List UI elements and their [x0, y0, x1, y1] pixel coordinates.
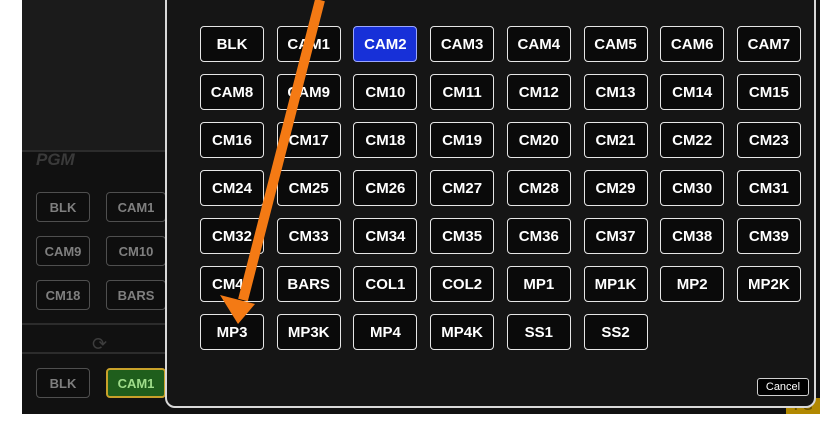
source-button-cam7[interactable]: CAM7	[736, 26, 801, 62]
source-button-cm11[interactable]: CM11	[430, 74, 495, 110]
source-button-cm26[interactable]: CM26	[353, 170, 418, 206]
source-button-cm39[interactable]: CM39	[736, 218, 801, 254]
source-button-cam9[interactable]: CAM9	[276, 74, 341, 110]
source-button-cm13[interactable]: CM13	[583, 74, 648, 110]
source-button-mp2k[interactable]: MP2K	[736, 266, 801, 302]
switcher-app: PGM BLK CAM1 CAM9 CM10 CM18 BARS ⟳ BLK C…	[22, 0, 820, 414]
source-button-cm14[interactable]: CM14	[660, 74, 725, 110]
source-button-cm33[interactable]: CM33	[276, 218, 341, 254]
source-button-cm35[interactable]: CM35	[430, 218, 495, 254]
bg-pgm-button[interactable]: CM10	[106, 236, 166, 266]
source-button-cm34[interactable]: CM34	[353, 218, 418, 254]
source-button-cm23[interactable]: CM23	[736, 122, 801, 158]
source-button-ss2[interactable]: SS2	[583, 314, 648, 350]
source-button-cm32[interactable]: CM32	[200, 218, 264, 254]
source-button-cm28[interactable]: CM28	[506, 170, 571, 206]
source-button-cm19[interactable]: CM19	[430, 122, 495, 158]
source-button-col1[interactable]: COL1	[353, 266, 418, 302]
pgm-label: PGM	[36, 150, 75, 169]
source-button-ss1[interactable]: SS1	[506, 314, 571, 350]
source-button-cam5[interactable]: CAM5	[583, 26, 648, 62]
source-button-mp3[interactable]: MP3	[200, 314, 264, 350]
source-button-cm10[interactable]: CM10	[353, 74, 418, 110]
source-button-cm29[interactable]: CM29	[583, 170, 648, 206]
bg-pgm-button[interactable]: CAM1	[106, 192, 166, 222]
source-button-mp1k[interactable]: MP1K	[583, 266, 648, 302]
source-button-cam8[interactable]: CAM8	[200, 74, 264, 110]
source-button-cm25[interactable]: CM25	[276, 170, 341, 206]
divider	[22, 352, 167, 354]
source-button-cm12[interactable]: CM12	[506, 74, 571, 110]
bg-pvw-button[interactable]: BLK	[36, 368, 90, 398]
source-button-cm27[interactable]: CM27	[430, 170, 495, 206]
background-panel	[22, 0, 167, 150]
bg-pgm-button[interactable]: BLK	[36, 192, 90, 222]
source-button-cam6[interactable]: CAM6	[660, 26, 725, 62]
source-button-col2[interactable]: COL2	[430, 266, 495, 302]
source-button-cm16[interactable]: CM16	[200, 122, 264, 158]
source-button-bars[interactable]: BARS	[276, 266, 341, 302]
source-button-mp2[interactable]: MP2	[660, 266, 725, 302]
source-button-cm15[interactable]: CM15	[736, 74, 801, 110]
source-button-cm20[interactable]: CM20	[506, 122, 571, 158]
source-button-cm38[interactable]: CM38	[660, 218, 725, 254]
bg-pgm-button[interactable]: CAM9	[36, 236, 90, 266]
source-button-cm40[interactable]: CM40	[200, 266, 264, 302]
source-button-cam1[interactable]: CAM1	[276, 26, 341, 62]
bg-pgm-button[interactable]: BARS	[106, 280, 166, 310]
source-button-cam2[interactable]: CAM2	[353, 26, 418, 62]
source-button-cm24[interactable]: CM24	[200, 170, 264, 206]
source-button-mp3k[interactable]: MP3K	[276, 314, 341, 350]
source-button-cm22[interactable]: CM22	[660, 122, 725, 158]
source-button-cm30[interactable]: CM30	[660, 170, 725, 206]
source-button-cam4[interactable]: CAM4	[506, 26, 571, 62]
source-button-cm17[interactable]: CM17	[276, 122, 341, 158]
source-select-dialog: BLK CAM1 CAM2 CAM3 CAM4 CAM5 CAM6 CAM7 CAM8 CAM9 C…	[165, 0, 816, 408]
source-button-cm36[interactable]: CM36	[506, 218, 571, 254]
source-button-mp4k[interactable]: MP4K	[430, 314, 495, 350]
source-button-cm21[interactable]: CM21	[583, 122, 648, 158]
source-button-cm31[interactable]: CM31	[736, 170, 801, 206]
source-button-cm18[interactable]: CM18	[353, 122, 418, 158]
bg-pvw-button-active[interactable]: CAM1	[106, 368, 166, 398]
source-button-cam3[interactable]: CAM3	[430, 26, 495, 62]
source-button-mp1[interactable]: MP1	[506, 266, 571, 302]
cancel-button[interactable]: Cancel	[757, 378, 809, 396]
source-button-blk[interactable]: BLK	[200, 26, 264, 62]
source-button-cm37[interactable]: CM37	[583, 218, 648, 254]
source-button-mp4[interactable]: MP4	[353, 314, 418, 350]
bg-pgm-button[interactable]: CM18	[36, 280, 90, 310]
divider	[22, 323, 167, 325]
